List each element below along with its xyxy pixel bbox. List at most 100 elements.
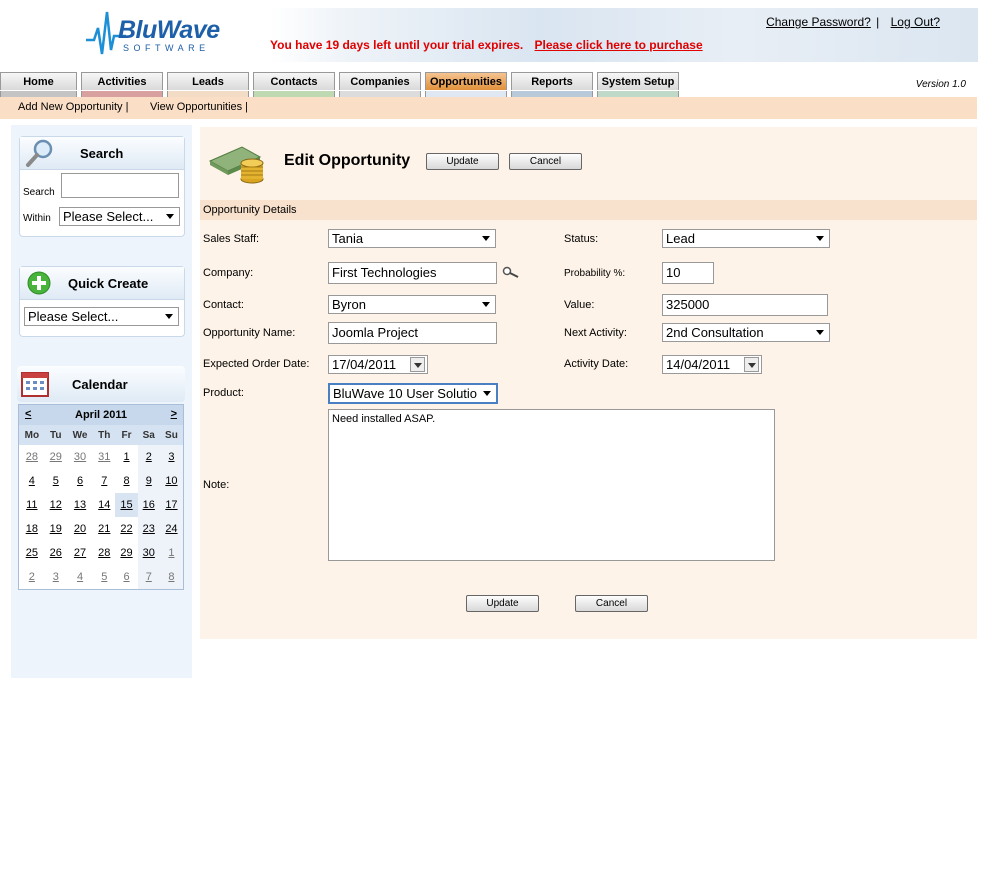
calendar-day[interactable]: 22 xyxy=(115,517,137,541)
expected-order-date-picker[interactable]: 17/04/2011 xyxy=(328,355,428,374)
value-input[interactable]: 325000 xyxy=(662,294,828,316)
calendar-day[interactable]: 14 xyxy=(93,493,115,517)
calendar-day[interactable]: 31 xyxy=(93,445,115,469)
calendar-day[interactable]: 30 xyxy=(67,445,93,469)
log-out-link[interactable]: Log Out? xyxy=(891,15,940,29)
calendar-day[interactable]: 10 xyxy=(159,469,183,493)
calendar-day[interactable]: 30 xyxy=(137,541,160,565)
calendar-day[interactable]: 19 xyxy=(45,517,67,541)
within-select[interactable]: Please Select... xyxy=(59,207,180,226)
calendar-grid: Mo Tu We Th Fr Sa Su 28 29 30 31 1 2 3 4… xyxy=(19,425,183,589)
update-button-top[interactable]: Update xyxy=(426,153,499,170)
tab-system-setup[interactable]: System Setup xyxy=(597,72,679,98)
company-input[interactable]: First Technologies xyxy=(328,262,497,284)
purchase-link[interactable]: Please click here to purchase xyxy=(535,38,703,52)
calendar-day-today[interactable]: 15 xyxy=(115,493,138,517)
calendar-day[interactable]: 3 xyxy=(45,565,67,589)
calendar-day[interactable]: 18 xyxy=(19,517,45,541)
cancel-button-bottom[interactable]: Cancel xyxy=(575,595,648,612)
weekday-label: Mo xyxy=(19,425,45,445)
calendar-day[interactable]: 29 xyxy=(115,541,137,565)
product-value: BluWave 10 User Solutio xyxy=(333,386,478,401)
probability-input[interactable]: 10 xyxy=(662,262,714,284)
calendar-day[interactable]: 29 xyxy=(45,445,67,469)
tab-reports[interactable]: Reports xyxy=(511,72,593,98)
activity-date-label: Activity Date: xyxy=(564,358,629,370)
logo-name: BluWave xyxy=(118,16,220,44)
trial-text: You have 19 days left until your trial e… xyxy=(270,38,524,52)
status-select[interactable]: Lead xyxy=(662,229,830,248)
calendar-day[interactable]: 27 xyxy=(67,541,93,565)
calendar-day[interactable]: 1 xyxy=(115,445,137,469)
calendar-day[interactable]: 3 xyxy=(159,445,183,469)
calendar-week-row: 18 19 20 21 22 23 24 xyxy=(19,517,183,541)
sales-staff-select[interactable]: Tania xyxy=(328,229,496,248)
product-select[interactable]: BluWave 10 User Solutio xyxy=(328,383,498,404)
quick-create-panel: Quick Create Please Select... xyxy=(19,266,185,337)
sub-navigation: Add New Opportunity | View Opportunities… xyxy=(0,97,977,119)
opportunity-name-label: Opportunity Name: xyxy=(203,327,296,339)
calendar-day[interactable]: 26 xyxy=(45,541,67,565)
calendar-icon xyxy=(21,372,49,397)
calendar-day[interactable]: 8 xyxy=(159,565,183,589)
calendar-day[interactable]: 21 xyxy=(93,517,115,541)
calendar-week-row: 28 29 30 31 1 2 3 xyxy=(19,445,183,469)
calendar-day[interactable]: 13 xyxy=(67,493,93,517)
calendar-day[interactable]: 2 xyxy=(137,445,160,469)
calendar-day[interactable]: 16 xyxy=(137,493,160,517)
weekday-label: Tu xyxy=(44,425,67,445)
quick-create-select[interactable]: Please Select... xyxy=(24,307,179,326)
expected-order-date-value: 17/04/2011 xyxy=(332,357,397,372)
edit-opportunity-panel: Edit Opportunity Update Cancel Opportuni… xyxy=(200,127,977,639)
calendar-day[interactable]: 4 xyxy=(19,469,45,493)
date-dropdown-icon[interactable] xyxy=(410,357,425,372)
calendar-day[interactable]: 2 xyxy=(19,565,45,589)
next-month-link[interactable]: > xyxy=(171,408,177,420)
calendar-day[interactable]: 11 xyxy=(19,493,45,517)
bluwave-logo: BluWave SOFTWARE xyxy=(86,10,226,60)
calendar-day[interactable]: 8 xyxy=(115,469,137,493)
search-input[interactable] xyxy=(61,173,179,198)
update-button-bottom[interactable]: Update xyxy=(466,595,539,612)
add-new-opportunity-link[interactable]: Add New Opportunity | xyxy=(18,101,128,113)
company-lookup-icon[interactable] xyxy=(502,266,520,278)
chevron-down-icon xyxy=(483,391,491,396)
view-opportunities-link[interactable]: View Opportunities | xyxy=(150,101,248,113)
calendar-day[interactable]: 5 xyxy=(45,469,67,493)
change-password-link[interactable]: Change Password? xyxy=(766,15,871,29)
contact-select[interactable]: Byron xyxy=(328,295,496,314)
tab-contacts[interactable]: Contacts xyxy=(253,72,335,98)
calendar-day[interactable]: 20 xyxy=(67,517,93,541)
calendar-day[interactable]: 25 xyxy=(19,541,45,565)
calendar-day[interactable]: 9 xyxy=(137,469,160,493)
magnifier-icon xyxy=(26,139,53,167)
opportunity-name-input[interactable]: Joomla Project xyxy=(328,322,497,344)
calendar-week-row: 25 26 27 28 29 30 1 xyxy=(19,541,183,565)
note-textarea[interactable]: Need installed ASAP. xyxy=(328,409,775,561)
calendar-day[interactable]: 28 xyxy=(19,445,45,469)
tab-opportunities[interactable]: Opportunities xyxy=(425,72,507,98)
calendar-day[interactable]: 12 xyxy=(45,493,67,517)
activity-date-picker[interactable]: 14/04/2011 xyxy=(662,355,762,374)
tab-leads[interactable]: Leads xyxy=(167,72,249,98)
calendar-day[interactable]: 5 xyxy=(93,565,115,589)
tab-home[interactable]: Home xyxy=(0,72,77,98)
calendar-day[interactable]: 17 xyxy=(159,493,183,517)
calendar-day[interactable]: 24 xyxy=(159,517,183,541)
section-title: Opportunity Details xyxy=(203,204,297,216)
plus-circle-icon xyxy=(27,271,51,295)
next-activity-select[interactable]: 2nd Consultation xyxy=(662,323,830,342)
cancel-button-top[interactable]: Cancel xyxy=(509,153,582,170)
date-dropdown-icon[interactable] xyxy=(744,357,759,372)
calendar-day[interactable]: 7 xyxy=(137,565,160,589)
calendar-day[interactable]: 23 xyxy=(137,517,160,541)
calendar-day[interactable]: 6 xyxy=(67,469,93,493)
tab-companies[interactable]: Companies xyxy=(339,72,421,98)
status-value: Lead xyxy=(666,231,695,246)
calendar-day[interactable]: 28 xyxy=(93,541,115,565)
calendar-day[interactable]: 6 xyxy=(115,565,137,589)
tab-activities[interactable]: Activities xyxy=(81,72,163,98)
calendar-day[interactable]: 1 xyxy=(159,541,183,565)
calendar-day[interactable]: 4 xyxy=(67,565,93,589)
calendar-day[interactable]: 7 xyxy=(93,469,115,493)
